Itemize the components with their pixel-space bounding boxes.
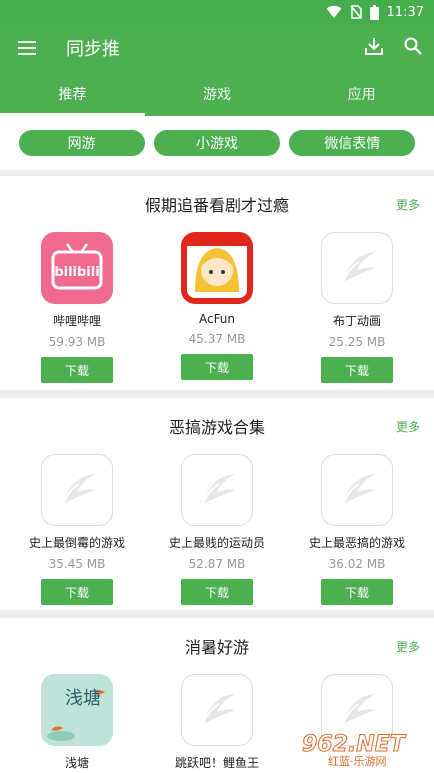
- app-card[interactable]: 跳跃吧！鲤鱼王: [175, 674, 259, 771]
- app-name: 史上最贱的运动员: [168, 536, 265, 550]
- download-button[interactable]: 下载: [41, 357, 113, 383]
- watermark-logo: 962.NET 红蓝·乐游网: [298, 727, 428, 769]
- tab-bar: 推荐 游戏 应用: [0, 72, 434, 116]
- qiantang-icon[interactable]: 浅塘: [41, 674, 113, 746]
- placeholder-app-icon[interactable]: [181, 674, 253, 746]
- app-card-bilibili[interactable]: bilibili 哔哩哔哩 59.93 MB 下载: [40, 232, 114, 383]
- placeholder-app-icon[interactable]: [41, 454, 113, 526]
- battery-icon: [369, 4, 379, 20]
- tab-games[interactable]: 游戏: [145, 72, 290, 116]
- app-name: 跳跃吧！鲤鱼王: [174, 756, 259, 770]
- placeholder-app-icon[interactable]: [321, 454, 393, 526]
- section-spoof-games: 恶搞游戏合集 更多 史上最倒霉的游戏 35.45 MB 下载 史上最贱的运动员: [0, 398, 434, 610]
- app-size: 59.93 MB: [48, 335, 106, 349]
- download-manager-icon[interactable]: [364, 36, 384, 60]
- app-name: 史上最倒霉的游戏: [28, 536, 125, 550]
- svg-text:红蓝·乐游网: 红蓝·乐游网: [328, 755, 387, 768]
- status-bar: 11:37: [0, 0, 434, 24]
- app-bar: 同步推: [0, 24, 434, 72]
- svg-text:bilibili: bilibili: [54, 265, 99, 280]
- placeholder-app-icon[interactable]: [321, 232, 393, 304]
- chip-online-games[interactable]: 网游: [18, 130, 145, 156]
- divider: [0, 390, 434, 398]
- menu-icon[interactable]: [2, 24, 52, 72]
- acfun-icon[interactable]: [181, 232, 253, 304]
- search-icon[interactable]: [404, 37, 422, 59]
- more-link[interactable]: 更多: [396, 638, 420, 655]
- app-card-acfun[interactable]: AcFun 45.37 MB 下载: [180, 232, 254, 383]
- app-name: 浅塘: [64, 756, 89, 770]
- download-button[interactable]: 下载: [181, 354, 253, 380]
- app-card[interactable]: 史上最倒霉的游戏 35.45 MB 下载: [29, 454, 125, 605]
- more-link[interactable]: 更多: [396, 418, 420, 435]
- app-size: 25.25 MB: [328, 335, 386, 349]
- app-card[interactable]: 史上最恶搞的游戏 36.02 MB 下载: [309, 454, 405, 605]
- qiantang-icon-text: 浅塘: [65, 688, 101, 709]
- app-size: 52.87 MB: [188, 557, 246, 571]
- section-title: 假期追番看剧才过瘾: [144, 196, 289, 215]
- section-anime: 假期追番看剧才过瘾 更多 bilibili 哔哩哔哩 59.93 MB 下载 A…: [0, 176, 434, 390]
- download-button[interactable]: 下载: [41, 579, 113, 605]
- app-card[interactable]: 史上最贱的运动员 52.87 MB 下载: [169, 454, 265, 605]
- app-card-qiantang[interactable]: 浅塘 浅塘: [40, 674, 114, 771]
- app-title: 同步推: [66, 39, 120, 60]
- chip-mini-games[interactable]: 小游戏: [153, 130, 280, 156]
- wifi-icon: [326, 5, 342, 19]
- app-name: AcFun: [198, 312, 236, 326]
- tab-apps[interactable]: 应用: [289, 72, 434, 116]
- tab-recommend[interactable]: 推荐: [0, 72, 145, 116]
- more-link[interactable]: 更多: [396, 196, 420, 213]
- svg-text:962.NET: 962.NET: [302, 732, 407, 757]
- app-name: 布丁动画: [332, 314, 381, 328]
- section-title: 消暑好游: [184, 638, 249, 657]
- category-chips: 网游 小游戏 微信表情: [0, 116, 434, 170]
- app-size: 35.45 MB: [48, 557, 106, 571]
- app-size: 36.02 MB: [328, 557, 386, 571]
- status-time: 11:37: [386, 4, 424, 20]
- divider: [0, 610, 434, 618]
- download-button[interactable]: 下载: [321, 579, 393, 605]
- app-name: 史上最恶搞的游戏: [308, 536, 405, 550]
- app-name: 哔哩哔哩: [52, 314, 101, 328]
- section-title: 恶搞游戏合集: [168, 418, 265, 437]
- download-button[interactable]: 下载: [181, 579, 253, 605]
- app-card-buding[interactable]: 布丁动画 25.25 MB 下载: [320, 232, 394, 383]
- download-button[interactable]: 下载: [321, 357, 393, 383]
- chip-wechat-stickers[interactable]: 微信表情: [289, 130, 416, 156]
- no-sim-icon: [349, 5, 362, 19]
- placeholder-app-icon[interactable]: [181, 454, 253, 526]
- bilibili-icon[interactable]: bilibili: [41, 232, 113, 304]
- app-size: 45.37 MB: [188, 332, 246, 346]
